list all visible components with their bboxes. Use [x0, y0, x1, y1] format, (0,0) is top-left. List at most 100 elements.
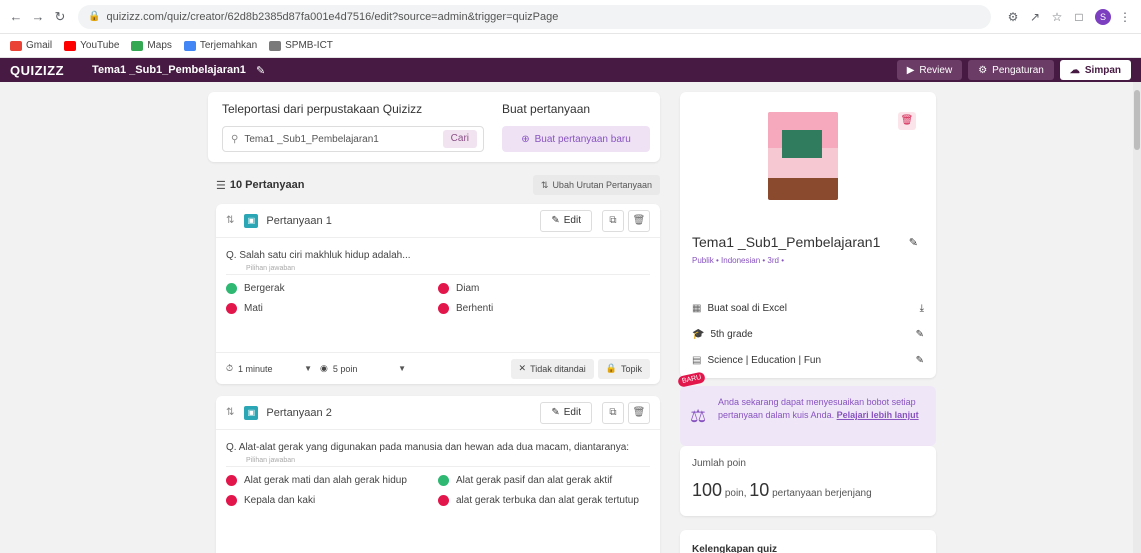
- x-icon: ✕: [518, 363, 527, 373]
- edit-title-icon[interactable]: ✎: [256, 64, 265, 77]
- bookmark-spmb[interactable]: SPMB-ICT: [269, 40, 333, 51]
- forward-icon[interactable]: →: [30, 9, 46, 25]
- quiz-cover-image[interactable]: [768, 112, 838, 200]
- share-icon[interactable]: ↗: [1027, 10, 1043, 24]
- search-button[interactable]: Cari: [442, 130, 477, 148]
- gmail-icon: [10, 40, 22, 51]
- completeness-label: Kelengkapan quiz: [692, 544, 778, 553]
- quiz-title: Tema1 _Sub1_Pembelajaran1: [92, 64, 246, 76]
- grade-row[interactable]: 🎓 5th grade ✎: [692, 324, 924, 344]
- answers-label: Pilihan jawaban: [226, 457, 650, 467]
- learn-more-link[interactable]: Pelajari lebih lanjut: [837, 410, 919, 420]
- promo-banner: BARU ⚖ Anda sekarang dapat menyesuaikan …: [677, 371, 936, 446]
- answer-option: alat gerak terbuka dan alat gerak tertut…: [438, 495, 650, 506]
- question-text: Q. Alat-alat gerak yang digunakan pada m…: [226, 442, 630, 453]
- multiple-choice-icon: ▣: [244, 213, 259, 228]
- trash-icon: 🗑: [632, 215, 646, 226]
- question-number: Pertanyaan 1: [266, 214, 332, 227]
- delete-cover-icon[interactable]: 🗑: [898, 112, 916, 130]
- points-icon: ◉: [320, 363, 328, 373]
- delete-button[interactable]: 🗑: [628, 209, 650, 232]
- topic-button[interactable]: 🔒 Topik: [597, 358, 650, 379]
- lock-icon: 🔒: [88, 11, 101, 22]
- graduation-icon: 🎓: [692, 328, 705, 340]
- incorrect-indicator-icon: [226, 303, 237, 314]
- drag-handle-icon[interactable]: ⇅: [226, 215, 234, 226]
- teleport-card: Teleportasi dari perpustakaan Quizizz Bu…: [208, 92, 660, 162]
- multiple-choice-icon: ▣: [244, 405, 259, 420]
- star-icon[interactable]: ☆: [1049, 10, 1065, 24]
- reload-icon[interactable]: ↻: [52, 9, 68, 25]
- pencil-icon: ✎: [551, 407, 560, 418]
- question-card-2: ⇅ ▣ Pertanyaan 2 ✎ Edit ⧉ 🗑 Q. Alat-alat …: [216, 396, 660, 553]
- points-select[interactable]: ◉ 5 poin ▼: [320, 363, 414, 374]
- settings-button[interactable]: ⚙ Pengaturan: [968, 60, 1054, 80]
- upload-icon[interactable]: ⤓: [920, 303, 924, 314]
- search-icon: ⚲: [231, 133, 239, 145]
- play-icon: ▶: [906, 64, 915, 76]
- quizizz-header: QUIZIZZ Tema1 _Sub1_Pembelajaran1 ✎ ▶ Rev…: [0, 58, 1141, 82]
- create-question-button[interactable]: ⊕ Buat pertanyaan baru: [502, 126, 650, 152]
- timer-icon: ⏱: [226, 363, 234, 373]
- save-button[interactable]: ☁ Simpan: [1059, 60, 1131, 80]
- excel-row[interactable]: ▦ Buat soal di Excel ⤓: [692, 298, 924, 318]
- book-icon: ▤: [692, 354, 702, 366]
- answer-option: Alat gerak mati dan alah gerak hidup: [226, 475, 438, 486]
- back-icon[interactable]: ←: [8, 9, 24, 25]
- question-header: ⇅ ▣ Pertanyaan 2 ✎ Edit ⧉ 🗑: [216, 396, 660, 430]
- translate-bookmark-icon: [183, 40, 196, 51]
- bookmark-translate[interactable]: Terjemahkan: [183, 40, 257, 51]
- url-text: quizizz.com/quiz/creator/62d8b2385d87fa0…: [106, 10, 559, 23]
- library-search-input[interactable]: ⚲ Tema1 _Sub1_Pembelajaran1 Cari: [222, 126, 484, 152]
- quiz-info-card: 🗑 Tema1 _Sub1_Pembelajaran1 ✎ Publik • I…: [680, 92, 936, 378]
- teleport-title: Teleportasi dari perpustakaan Quizizz: [222, 102, 423, 116]
- bookmark-gmail[interactable]: Gmail: [10, 40, 52, 51]
- review-button[interactable]: ▶ Review: [896, 60, 963, 80]
- answer-option: Berhenti: [438, 303, 650, 314]
- tag-button[interactable]: ✕ Tidak ditandai: [510, 358, 594, 379]
- drag-handle-icon[interactable]: ⇅: [226, 407, 234, 418]
- youtube-icon: [64, 40, 77, 51]
- pencil-icon[interactable]: ✎: [916, 329, 924, 340]
- page-scrollbar[interactable]: [1133, 82, 1141, 553]
- gear-icon: ⚙: [978, 64, 988, 76]
- answer-option: Alat gerak pasif dan alat gerak aktif: [438, 475, 650, 486]
- bookmark-maps[interactable]: Maps: [131, 40, 172, 51]
- edit-question-button[interactable]: ✎ Edit: [540, 209, 592, 232]
- translate-icon[interactable]: ⚙: [1005, 10, 1021, 24]
- question-count: 10 Pertanyaan: [229, 179, 305, 191]
- bookmark-youtube[interactable]: YouTube: [64, 40, 119, 51]
- copy-icon: ⧉: [609, 215, 617, 226]
- incorrect-indicator-icon: [226, 495, 237, 506]
- question-number: Pertanyaan 2: [266, 406, 332, 419]
- sort-icon: ⇅: [540, 179, 549, 190]
- subjects-row[interactable]: ▤ Science | Education | Fun ✎: [692, 350, 924, 370]
- cloud-icon: ☁: [1069, 64, 1080, 76]
- quiz-meta[interactable]: Publik • Indonesian • 3rd •: [692, 256, 784, 265]
- pencil-icon[interactable]: ✎: [916, 355, 924, 366]
- edit-info-icon[interactable]: ✎: [909, 236, 918, 249]
- delete-button[interactable]: 🗑: [628, 401, 650, 424]
- edit-question-button[interactable]: ✎ Edit: [540, 401, 592, 424]
- create-question-title: Buat pertanyaan: [502, 102, 591, 116]
- scale-icon: ⚖: [690, 406, 707, 426]
- time-select[interactable]: ⏱ 1 minute ▼: [226, 363, 320, 374]
- chevron-down-icon: ▼: [398, 364, 406, 373]
- question-header: ⇅ ▣ Pertanyaan 1 ✎ Edit ⧉ 🗑: [216, 204, 660, 238]
- answer-option: Bergerak: [226, 283, 438, 294]
- address-bar[interactable]: 🔒 quizizz.com/quiz/creator/62d8b2385d87f…: [78, 4, 991, 29]
- scroll-thumb[interactable]: [1134, 90, 1140, 150]
- answer-list: Bergerak Diam Mati Berhenti: [216, 281, 660, 316]
- plus-icon: ⊕: [521, 133, 530, 145]
- reorder-button[interactable]: ⇅ Ubah Urutan Pertanyaan: [532, 175, 660, 195]
- window-icon[interactable]: □: [1071, 10, 1087, 24]
- chevron-down-icon: ▼: [304, 364, 312, 373]
- quizizz-logo[interactable]: QUIZIZZ: [10, 63, 64, 78]
- profile-avatar[interactable]: S: [1095, 8, 1111, 25]
- trash-icon: 🗑: [632, 407, 646, 418]
- duplicate-button[interactable]: ⧉: [602, 209, 624, 232]
- menu-icon[interactable]: ⋮: [1117, 10, 1133, 24]
- question-count-row: ☰ 10 Pertanyaan ⇅ Ubah Urutan Pertanyaan: [216, 174, 660, 196]
- duplicate-button[interactable]: ⧉: [602, 401, 624, 424]
- answer-option: Mati: [226, 303, 438, 314]
